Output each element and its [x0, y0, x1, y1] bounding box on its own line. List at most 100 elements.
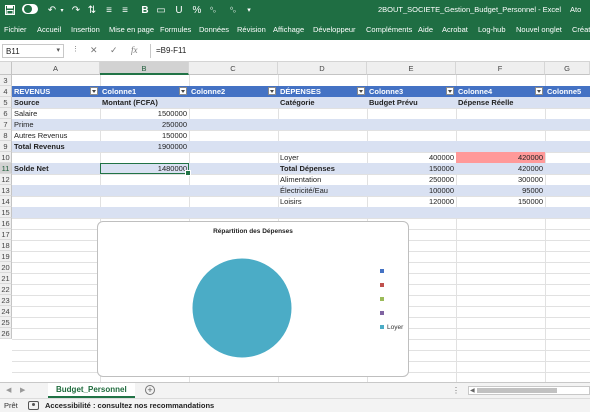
tab-donnees[interactable]: Données	[199, 25, 229, 34]
row-header[interactable]: 5	[0, 97, 12, 108]
revenus-source-cell[interactable]: Prime	[12, 119, 100, 130]
row-header[interactable]: 26	[0, 328, 12, 339]
autosave-toggle[interactable]	[22, 4, 38, 14]
legend-item[interactable]	[380, 268, 387, 276]
row-header[interactable]: 6	[0, 108, 12, 119]
undo-icon[interactable]: ↶	[46, 4, 58, 16]
depenses-budget-cell[interactable]: 150000	[367, 163, 456, 174]
spreadsheet-grid[interactable]: A B C D E F G 3 4 5 6 7 8 9 10 11 12 13 …	[0, 62, 590, 382]
redo-icon[interactable]: ↷	[70, 4, 82, 16]
row-header[interactable]: 18	[0, 240, 12, 251]
more-options-icon[interactable]: ⋮	[72, 45, 79, 53]
row-header[interactable]: 15	[0, 207, 12, 218]
depenses-budget-cell[interactable]: 400000	[367, 152, 456, 163]
revenus-colonne1-header[interactable]: Colonne1	[100, 86, 180, 97]
depenses-budget-label[interactable]: Budget Prévu	[367, 97, 456, 108]
tab-mise-en-page[interactable]: Mise en page	[109, 25, 154, 34]
filter-dropdown-icon[interactable]	[446, 87, 454, 95]
decrease-decimal-icon[interactable]: ⁰₀	[206, 4, 220, 16]
depenses-reel-cell[interactable]: 420000	[456, 152, 545, 163]
enter-icon[interactable]: ✓	[110, 45, 118, 56]
depenses-reel-cell[interactable]: 95000	[456, 185, 545, 196]
add-sheet-button[interactable]: +	[145, 385, 155, 395]
column-header-g[interactable]: G	[545, 62, 590, 75]
legend-item[interactable]	[380, 282, 387, 290]
pie-slice[interactable]	[191, 257, 293, 359]
column-header-d[interactable]: D	[278, 62, 367, 75]
row-header[interactable]: 13	[0, 185, 12, 196]
depenses-categorie-cell[interactable]: Électricité/Eau	[278, 185, 367, 196]
row-header[interactable]: 21	[0, 273, 12, 284]
bold-icon[interactable]: B	[140, 4, 150, 16]
row-header[interactable]: 10	[0, 152, 12, 163]
row-header[interactable]: 19	[0, 251, 12, 262]
revenus-source-cell[interactable]: Salaire	[12, 108, 100, 119]
pie-chart[interactable]: Répartition des Dépenses Loyer	[97, 221, 409, 377]
horizontal-scrollbar[interactable]: ◀	[468, 386, 590, 395]
filter-dropdown-icon[interactable]	[535, 87, 543, 95]
column-header-c[interactable]: C	[189, 62, 278, 75]
underline-icon[interactable]: U	[174, 4, 184, 16]
filter-dropdown-icon[interactable]	[90, 87, 98, 95]
column-header-f[interactable]: F	[456, 62, 545, 75]
revenus-source-cell[interactable]: Autres Revenus	[12, 130, 100, 141]
save-icon[interactable]	[4, 4, 16, 16]
legend-item[interactable]	[380, 310, 387, 318]
depenses-total-label[interactable]: Total Dépenses	[278, 163, 367, 174]
tab-formules[interactable]: Formules	[160, 25, 191, 34]
depenses-colonne5-header[interactable]: Colonne5	[545, 86, 590, 97]
row-header[interactable]: 7	[0, 119, 12, 130]
tab-creation[interactable]: Créat	[572, 25, 590, 34]
tab-insertion[interactable]: Insertion	[71, 25, 100, 34]
tab-developpeur[interactable]: Développeur	[313, 25, 356, 34]
depenses-reel-cell[interactable]: 420000	[456, 163, 545, 174]
sort-ascending-icon[interactable]: ⇅	[86, 4, 98, 16]
depenses-budget-cell[interactable]: 100000	[367, 185, 456, 196]
column-header-e[interactable]: E	[367, 62, 456, 75]
row-header[interactable]: 9	[0, 141, 12, 152]
tab-revision[interactable]: Révision	[237, 25, 266, 34]
revenus-colonne2-header[interactable]: Colonne2	[189, 86, 269, 97]
sheet-tab-budget-personnel[interactable]: Budget_Personnel	[48, 383, 135, 398]
depenses-reel-cell[interactable]: 150000	[456, 196, 545, 207]
row-header[interactable]: 17	[0, 229, 12, 240]
save-icon[interactable]: ▭	[156, 4, 166, 16]
row-header[interactable]: 3	[0, 75, 12, 86]
solde-net-label[interactable]: Solde Net	[12, 163, 100, 174]
row-header[interactable]: 8	[0, 130, 12, 141]
scrollbar-thumb[interactable]	[477, 388, 557, 393]
revenus-montant-cell[interactable]: 1500000	[100, 108, 189, 119]
scroll-tabs-left-icon[interactable]: ◀	[6, 386, 11, 394]
chevron-down-icon[interactable]: ▾	[58, 4, 66, 16]
legend-item[interactable]	[380, 296, 387, 304]
filter-dropdown-icon[interactable]	[179, 87, 187, 95]
column-header-b[interactable]: B	[100, 62, 189, 75]
filter-dropdown-icon[interactable]	[268, 87, 276, 95]
row-header[interactable]: 14	[0, 196, 12, 207]
active-cell-selection[interactable]	[100, 163, 191, 176]
tab-aide[interactable]: Aide	[418, 25, 433, 34]
depenses-categorie-label[interactable]: Catégorie	[278, 97, 367, 108]
tab-fichier[interactable]: Fichier	[4, 25, 27, 34]
depenses-reel-label[interactable]: Dépense Réelle	[456, 97, 545, 108]
revenus-montant-cell[interactable]: 150000	[100, 130, 189, 141]
depenses-title[interactable]: DÉPENSES	[278, 86, 366, 97]
depenses-budget-cell[interactable]: 120000	[367, 196, 456, 207]
formula-input[interactable]: =B9-F11	[150, 44, 586, 58]
filter-dropdown-icon[interactable]	[357, 87, 365, 95]
select-all-corner[interactable]	[0, 62, 12, 75]
depenses-colonne3-header[interactable]: Colonne3	[367, 86, 447, 97]
insert-function-icon[interactable]: fx	[131, 45, 138, 55]
revenus-title[interactable]: REVENUS	[12, 86, 100, 97]
depenses-reel-cell[interactable]: 300000	[456, 174, 545, 185]
legend-item[interactable]: Loyer	[380, 324, 403, 332]
revenus-total-label[interactable]: Total Revenus	[12, 141, 100, 152]
increase-decimal-icon[interactable]: ⁰₀	[226, 4, 240, 16]
revenus-total-value[interactable]: 1900000	[100, 141, 189, 152]
scroll-left-icon[interactable]: ◀	[470, 387, 475, 394]
row-header[interactable]: 24	[0, 306, 12, 317]
cancel-icon[interactable]: ✕	[90, 45, 98, 56]
row-header[interactable]: 11	[0, 163, 12, 174]
row-header[interactable]: 23	[0, 295, 12, 306]
align-left-icon[interactable]: ≡	[104, 4, 114, 16]
